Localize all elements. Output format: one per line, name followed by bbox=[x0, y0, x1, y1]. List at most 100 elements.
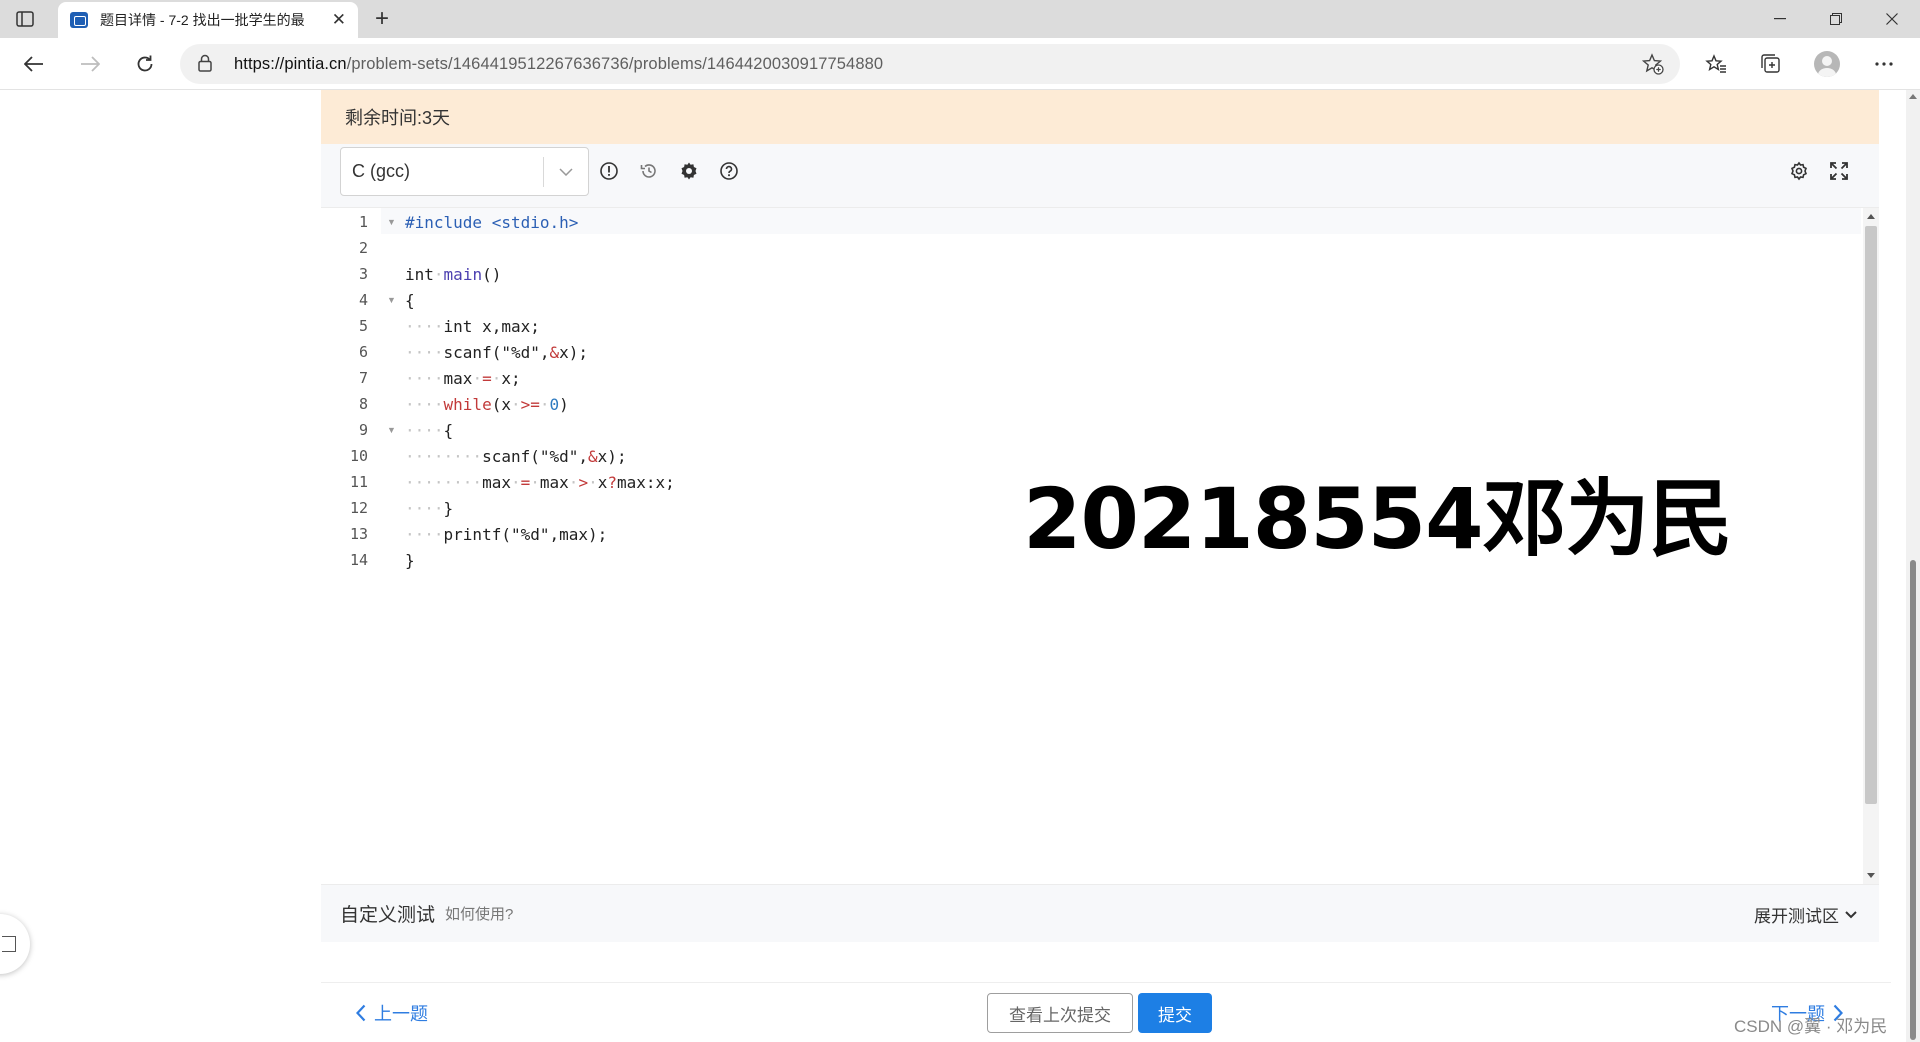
editor-toolbar: C (gcc) bbox=[321, 144, 1879, 208]
code-line: { bbox=[405, 291, 415, 310]
pintia-favicon-icon bbox=[70, 12, 88, 28]
avatar bbox=[1814, 51, 1840, 77]
custom-test-bar: 自定义测试 如何使用? 展开测试区 bbox=[321, 884, 1879, 942]
footer-divider bbox=[321, 982, 1891, 983]
line-number: 12 bbox=[349, 499, 368, 517]
code-token: () bbox=[482, 265, 502, 284]
tab-title: 题目详情 - 7-2 找出一批学生的最 bbox=[100, 12, 305, 28]
line-number: 5 bbox=[358, 317, 368, 335]
profile-avatar[interactable] bbox=[1813, 50, 1841, 78]
fold-arrow-icon[interactable]: ▼ bbox=[387, 217, 396, 227]
window-restore-icon[interactable] bbox=[1808, 0, 1864, 38]
forward-arrow-icon[interactable] bbox=[76, 50, 104, 78]
code-token: } bbox=[405, 551, 415, 570]
reload-icon[interactable] bbox=[131, 50, 159, 78]
code-token: x; bbox=[501, 369, 521, 388]
info-alert-icon[interactable] bbox=[597, 159, 621, 183]
csdn-watermark: CSDN @翼 · 邓为民 bbox=[1734, 1017, 1888, 1036]
line-number: 8 bbox=[358, 395, 368, 413]
code-token: #include <stdio.h> bbox=[405, 213, 579, 232]
chevron-down-icon[interactable] bbox=[544, 167, 588, 176]
editor-scrollbar[interactable] bbox=[1863, 208, 1879, 884]
language-value: C (gcc) bbox=[352, 161, 410, 181]
scroll-up-arrow-icon[interactable] bbox=[1909, 94, 1917, 99]
settings-gear-icon[interactable] bbox=[677, 159, 701, 183]
chevron-left-icon bbox=[356, 1004, 366, 1022]
code-token: max:x; bbox=[617, 473, 675, 492]
expand-test-area-button[interactable]: 展开测试区 bbox=[1754, 902, 1857, 927]
new-tab-icon[interactable]: + bbox=[368, 5, 396, 33]
code-token: > bbox=[578, 473, 589, 492]
code-token: (x bbox=[491, 395, 511, 414]
remaining-time-text: 剩余时间:3天 bbox=[345, 108, 451, 128]
favorites-icon[interactable] bbox=[1702, 50, 1730, 78]
view-last-submission-button[interactable]: 查看上次提交 bbox=[987, 993, 1133, 1033]
tab-actions-icon[interactable] bbox=[14, 8, 36, 30]
line-number: 9 bbox=[358, 421, 368, 439]
expand-test-area-label: 展开测试区 bbox=[1754, 907, 1839, 926]
code-token: x bbox=[597, 473, 608, 492]
chevron-down-icon bbox=[1845, 910, 1857, 918]
editor-scrollbar-thumb[interactable] bbox=[1865, 226, 1877, 804]
line-number: 14 bbox=[349, 551, 368, 569]
fold-arrow-icon[interactable]: ▼ bbox=[387, 295, 396, 305]
browser-tab-strip: 题目详情 - 7-2 找出一批学生的最 ✕ + bbox=[0, 0, 1920, 38]
fold-arrow-icon[interactable]: ▼ bbox=[387, 425, 396, 435]
line-number: 10 bbox=[349, 447, 368, 465]
custom-test-title: 自定义测试 bbox=[340, 905, 436, 926]
fullscreen-expand-icon[interactable] bbox=[1827, 159, 1851, 183]
browser-tab-active[interactable]: 题目详情 - 7-2 找出一批学生的最 ✕ bbox=[58, 2, 358, 38]
code-line: ····scanf("%d",&x); bbox=[405, 343, 589, 362]
url-path: /problem-sets/1464419512267636736/proble… bbox=[346, 55, 884, 73]
help-question-icon[interactable] bbox=[717, 159, 741, 183]
history-icon[interactable] bbox=[637, 159, 661, 183]
code-token: max bbox=[539, 473, 569, 492]
code-token: { bbox=[443, 421, 454, 440]
language-select[interactable]: C (gcc) bbox=[340, 147, 589, 196]
side-drawer-toggle[interactable] bbox=[0, 914, 30, 974]
line-number-gutter: 1 2 3 4 5 6 7 8 9 10 11 12 13 14 ▼ ▼ ▼ bbox=[321, 208, 396, 884]
browser-toolbar: https://pintia.cn/problem-sets/146441951… bbox=[0, 38, 1920, 90]
code-token: ? bbox=[607, 473, 617, 492]
code-token: & bbox=[549, 343, 560, 362]
code-line: ········max·=·max·>·x?max:x; bbox=[405, 473, 675, 492]
code-token: & bbox=[588, 447, 598, 466]
page-scrollbar-thumb[interactable] bbox=[1910, 560, 1916, 1040]
code-token: while bbox=[443, 395, 492, 414]
overlay-name-text: 20218554邓为民 bbox=[1023, 470, 1733, 568]
add-favorite-icon[interactable] bbox=[1641, 53, 1664, 80]
code-token: scanf("%d", bbox=[443, 343, 550, 362]
code-line: ····{ bbox=[405, 421, 454, 440]
remaining-time-banner: 剩余时间:3天 bbox=[321, 90, 1879, 144]
window-close-icon[interactable] bbox=[1864, 0, 1920, 38]
custom-test-help-link[interactable]: 如何使用? bbox=[445, 903, 513, 924]
lock-icon[interactable] bbox=[198, 54, 212, 77]
line-number: 6 bbox=[358, 343, 368, 361]
window-minimize-icon[interactable] bbox=[1752, 0, 1808, 38]
collections-icon[interactable] bbox=[1757, 50, 1785, 78]
code-token: ) bbox=[559, 395, 569, 414]
page-scrollbar[interactable] bbox=[1906, 90, 1920, 1042]
more-menu-icon[interactable] bbox=[1870, 50, 1898, 78]
code-token: = bbox=[520, 473, 531, 492]
back-arrow-icon[interactable] bbox=[20, 50, 48, 78]
code-line: ········scanf("%d",&x); bbox=[405, 447, 627, 466]
code-token: max bbox=[443, 369, 473, 388]
code-token: max bbox=[482, 473, 511, 492]
debug-bug-icon[interactable] bbox=[1787, 159, 1811, 183]
url-text: https://pintia.cn/problem-sets/146441951… bbox=[234, 55, 883, 74]
scroll-down-arrow-icon[interactable] bbox=[1867, 873, 1875, 878]
tab-close-icon[interactable]: ✕ bbox=[332, 10, 346, 30]
scroll-up-arrow-icon[interactable] bbox=[1867, 214, 1875, 219]
submit-button[interactable]: 提交 bbox=[1138, 993, 1212, 1033]
code-line: #include <stdio.h> bbox=[405, 213, 578, 232]
code-token: x); bbox=[559, 343, 589, 362]
code-line: int·main() bbox=[405, 265, 502, 284]
code-token: int x,max; bbox=[443, 317, 540, 336]
code-token: } bbox=[443, 499, 454, 518]
address-bar[interactable]: https://pintia.cn/problem-sets/146441951… bbox=[180, 44, 1680, 84]
code-line: ····int x,max; bbox=[405, 317, 540, 336]
prev-problem-link[interactable]: 上一题 bbox=[356, 1000, 428, 1026]
code-line: ····} bbox=[405, 499, 454, 518]
url-host: https://pintia.cn bbox=[234, 55, 347, 73]
